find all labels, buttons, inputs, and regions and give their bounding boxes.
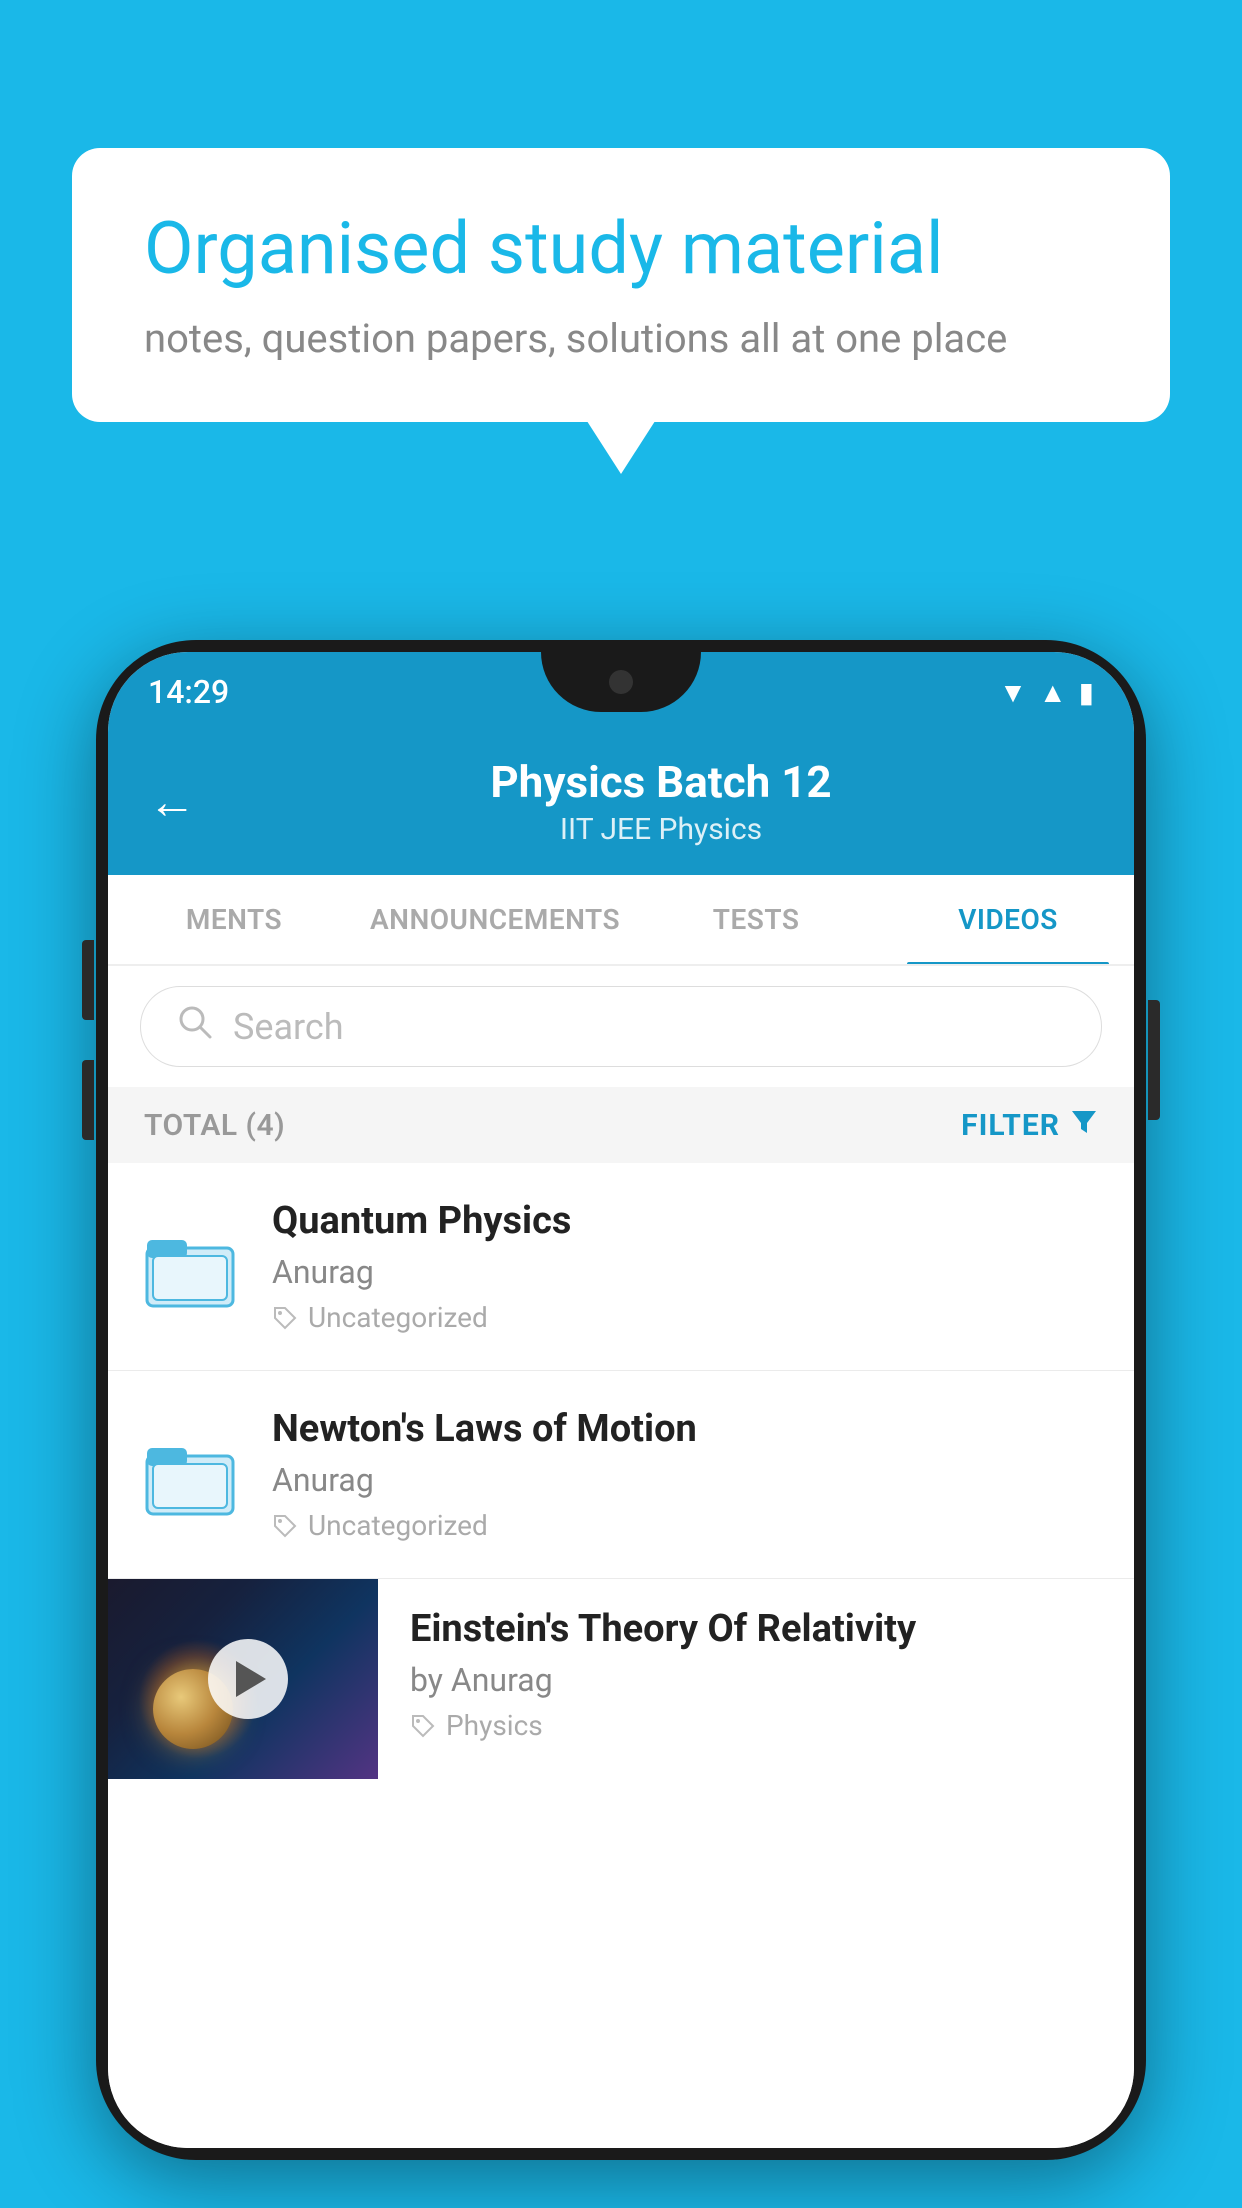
video-list: Quantum Physics Anurag Uncategorized — [108, 1163, 1134, 2148]
video-author: by Anurag — [410, 1661, 1106, 1699]
tabs-row: MENTS ANNOUNCEMENTS TESTS VIDEOS — [108, 875, 1134, 966]
phone-outer: 14:29 ▼ ▲ ▮ ← Physics Batch 12 IIT JEE P… — [96, 640, 1146, 2160]
search-area: Search — [108, 966, 1134, 1087]
signal-icon: ▲ — [1039, 676, 1067, 709]
folder-icon-container — [140, 1217, 240, 1317]
status-time: 14:29 — [148, 673, 229, 711]
video-tag: Physics — [410, 1709, 1106, 1742]
video-tag: Uncategorized — [272, 1509, 1102, 1542]
video-title: Einstein's Theory Of Relativity — [410, 1607, 1106, 1651]
tag-label: Uncategorized — [308, 1509, 488, 1542]
play-icon — [236, 1661, 266, 1697]
video-author: Anurag — [272, 1461, 1102, 1499]
filter-icon — [1070, 1107, 1098, 1143]
battery-icon: ▮ — [1079, 676, 1094, 709]
filter-bar: TOTAL (4) FILTER — [108, 1087, 1134, 1163]
folder-icon — [145, 1434, 235, 1516]
folder-icon — [145, 1226, 235, 1308]
video-info: Einstein's Theory Of Relativity by Anura… — [378, 1579, 1134, 1770]
status-bar: 14:29 ▼ ▲ ▮ — [108, 652, 1134, 732]
play-button[interactable] — [208, 1639, 288, 1719]
video-info: Newton's Laws of Motion Anurag Uncategor… — [272, 1407, 1102, 1542]
search-box[interactable]: Search — [140, 986, 1102, 1067]
vol-up-button[interactable] — [82, 940, 94, 1020]
app-header: ← Physics Batch 12 IIT JEE Physics — [108, 732, 1134, 875]
video-title: Quantum Physics — [272, 1199, 1102, 1243]
search-icon — [177, 1003, 213, 1050]
header-subtitle: IIT JEE Physics — [228, 812, 1094, 847]
speech-bubble-container: Organised study material notes, question… — [72, 148, 1170, 422]
phone-screen: 14:29 ▼ ▲ ▮ ← Physics Batch 12 IIT JEE P… — [108, 652, 1134, 2148]
bubble-title: Organised study material — [144, 208, 1098, 291]
tab-tests[interactable]: TESTS — [630, 875, 882, 964]
video-tag: Uncategorized — [272, 1301, 1102, 1334]
phone-notch — [541, 652, 701, 712]
back-button[interactable]: ← — [148, 773, 196, 830]
bubble-subtitle: notes, question papers, solutions all at… — [144, 315, 1098, 362]
list-item[interactable]: Quantum Physics Anurag Uncategorized — [108, 1163, 1134, 1371]
total-label: TOTAL (4) — [144, 1108, 285, 1143]
header-title: Physics Batch 12 — [228, 756, 1094, 808]
filter-button[interactable]: FILTER — [961, 1107, 1098, 1143]
wifi-icon: ▼ — [999, 676, 1027, 709]
power-button[interactable] — [1148, 1000, 1160, 1120]
tag-icon — [272, 1513, 298, 1539]
speech-bubble: Organised study material notes, question… — [72, 148, 1170, 422]
tag-label: Physics — [446, 1709, 543, 1742]
filter-label: FILTER — [961, 1108, 1060, 1143]
tag-icon — [272, 1305, 298, 1331]
status-icons: ▼ ▲ ▮ — [999, 676, 1094, 709]
video-author: Anurag — [272, 1253, 1102, 1291]
video-title: Newton's Laws of Motion — [272, 1407, 1102, 1451]
tab-ments[interactable]: MENTS — [108, 875, 360, 964]
video-thumbnail — [108, 1579, 378, 1779]
vol-down-button[interactable] — [82, 1060, 94, 1140]
list-item[interactable]: Einstein's Theory Of Relativity by Anura… — [108, 1579, 1134, 1779]
tag-label: Uncategorized — [308, 1301, 488, 1334]
tag-icon — [410, 1713, 436, 1739]
phone-wrapper: 14:29 ▼ ▲ ▮ ← Physics Batch 12 IIT JEE P… — [96, 640, 1146, 2208]
list-item[interactable]: Newton's Laws of Motion Anurag Uncategor… — [108, 1371, 1134, 1579]
video-info: Quantum Physics Anurag Uncategorized — [272, 1199, 1102, 1334]
header-title-block: Physics Batch 12 IIT JEE Physics — [228, 756, 1094, 847]
camera — [609, 670, 633, 694]
tab-videos[interactable]: VIDEOS — [882, 875, 1134, 964]
folder-icon-container — [140, 1425, 240, 1525]
search-placeholder: Search — [233, 1006, 344, 1048]
tab-announcements[interactable]: ANNOUNCEMENTS — [360, 875, 630, 964]
